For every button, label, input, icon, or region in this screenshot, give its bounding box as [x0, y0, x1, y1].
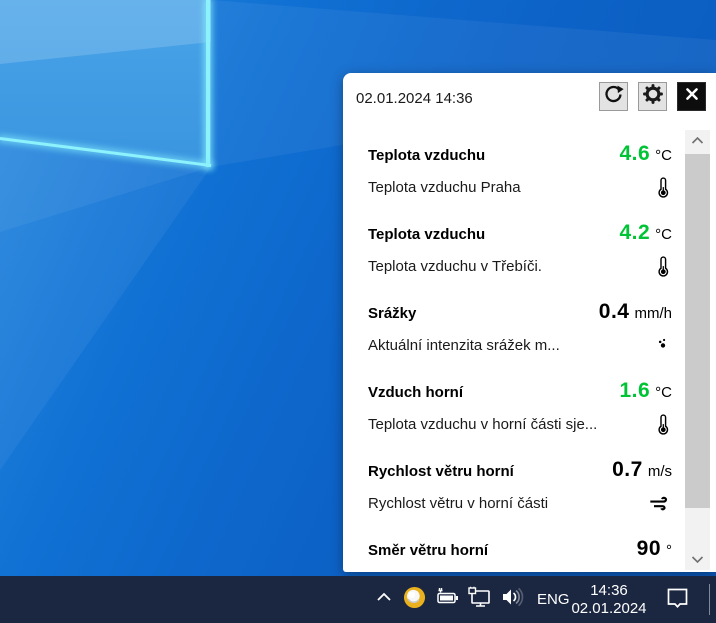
close-icon: [682, 84, 702, 109]
battery-status[interactable]: [432, 588, 460, 612]
sensor-row[interactable]: Rychlost větru horní 0.7 m/s Rychlost vě…: [368, 458, 672, 537]
sensor-title: Teplota vzduchu: [368, 226, 485, 243]
sensor-title: Směr větru horní: [368, 542, 488, 559]
close-button[interactable]: [677, 82, 706, 111]
no-icon: [648, 570, 672, 572]
show-desktop-divider[interactable]: [709, 584, 710, 615]
taskbar: ENG 14:36 02.01.2024: [0, 576, 716, 623]
wind-icon: [648, 491, 672, 515]
speaker-with-waves-icon: [500, 585, 526, 614]
language-indicator[interactable]: ENG: [532, 591, 575, 608]
sensor-row[interactable]: Směr větru horní 90 °: [368, 537, 672, 572]
sensor-row[interactable]: Teplota vzduchu 4.2 °C Teplota vzduchu v…: [368, 221, 672, 300]
sensor-title: Vzduch horní: [368, 384, 463, 401]
refresh-icon: [603, 84, 624, 110]
thermometer-icon: [648, 412, 672, 436]
scrollbar-down-button[interactable]: [685, 549, 710, 570]
scrollbar-up-button[interactable]: [685, 130, 710, 151]
clock-time: 14:36: [590, 582, 628, 600]
settings-button[interactable]: [638, 82, 667, 111]
sensor-unit: °: [666, 542, 672, 559]
system-tray: ENG: [372, 576, 575, 623]
sensor-value: 0.4: [599, 300, 630, 324]
sensor-value: 0.7: [612, 458, 643, 482]
taskbar-clock[interactable]: 14:36 02.01.2024: [571, 576, 647, 623]
sensor-title: Teplota vzduchu: [368, 147, 485, 164]
network-status[interactable]: [466, 588, 493, 612]
chevron-down-icon: [691, 551, 704, 569]
sensor-title: Rychlost větru horní: [368, 463, 514, 480]
tray-app-icon[interactable]: [402, 588, 426, 612]
refresh-button[interactable]: [599, 82, 628, 111]
thermometer-icon: [648, 254, 672, 278]
show-hidden-icons-button[interactable]: [372, 588, 396, 612]
action-center-button[interactable]: [664, 587, 690, 613]
volume-status[interactable]: [499, 588, 526, 612]
sensor-value: 1.6: [619, 379, 650, 403]
sensor-unit: °C: [655, 226, 672, 243]
sensor-description: Rychlost větru v horní části: [368, 495, 548, 512]
sensor-unit: mm/h: [635, 305, 673, 322]
sensor-description: Teplota vzduchu Praha: [368, 179, 521, 196]
widget-datetime: 02.01.2024 14:36: [356, 90, 473, 107]
sensor-value: 90: [637, 537, 661, 561]
sensor-description: Teplota vzduchu v Třebíči.: [368, 258, 542, 275]
sensor-title: Srážky: [368, 305, 416, 322]
raindrops-icon: [648, 333, 672, 357]
sensor-unit: °C: [655, 147, 672, 164]
sensor-row[interactable]: Srážky 0.4 mm/h Aktuální intenzita sráže…: [368, 300, 672, 379]
sensor-row[interactable]: Teplota vzduchu 4.6 °C Teplota vzduchu P…: [368, 142, 672, 221]
sensor-unit: °C: [655, 384, 672, 401]
weather-widget-panel: 02.01.2024 14:36: [343, 73, 716, 572]
sensor-list: Teplota vzduchu 4.6 °C Teplota vzduchu P…: [368, 130, 672, 572]
clock-date: 02.01.2024: [571, 600, 646, 618]
sensor-unit: m/s: [648, 463, 672, 480]
chevron-up-icon: [691, 132, 704, 150]
wallpaper-glow-edge-vertical: [206, 0, 210, 167]
sensor-description: Aktuální intenzita srážek m...: [368, 337, 560, 354]
battery-charging-icon: [433, 585, 460, 614]
widget-header: 02.01.2024 14:36: [343, 73, 716, 130]
thermometer-icon: [648, 175, 672, 199]
sensor-value: 4.6: [619, 142, 650, 166]
chevron-up-icon: [375, 590, 393, 609]
widget-scrollbar[interactable]: [685, 130, 710, 570]
speech-bubble-icon: [665, 586, 690, 615]
orange-circle-app-icon: [403, 586, 426, 614]
sensor-row[interactable]: Vzduch horní 1.6 °C Teplota vzduchu v ho…: [368, 379, 672, 458]
sensor-value: 4.2: [619, 221, 650, 245]
scrollbar-thumb[interactable]: [685, 154, 710, 508]
ethernet-monitor-icon: [467, 585, 493, 614]
sensor-description: Teplota vzduchu v horní části sje...: [368, 416, 597, 433]
gear-icon: [642, 83, 664, 110]
